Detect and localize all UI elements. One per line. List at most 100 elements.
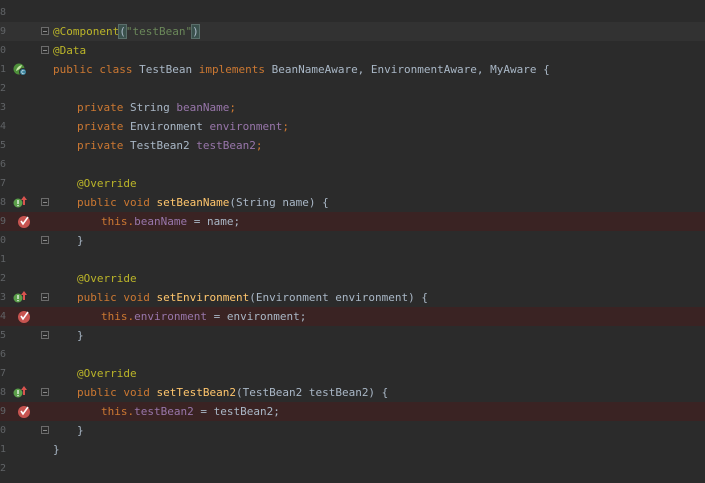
line-number: 9 <box>0 406 6 417</box>
code-text: } <box>53 329 84 342</box>
brace: } <box>77 234 84 247</box>
code-line[interactable]: 4 this.environment = environment; <box>0 307 705 326</box>
semicolon: ; <box>282 120 289 133</box>
method-name: setBeanName <box>156 196 230 209</box>
parameter-list: (TestBean2 testBean2) { <box>235 386 389 399</box>
code-line[interactable]: 2 <box>0 79 705 98</box>
field-name: environment <box>134 310 207 323</box>
line-number: 5 <box>0 330 6 341</box>
fold-toggle-icon[interactable] <box>41 331 49 339</box>
code-line[interactable]: 9 @Component("testBean") <box>0 22 705 41</box>
annotation: @Override <box>77 367 137 380</box>
line-number: 2 <box>0 83 6 94</box>
code-text: } <box>53 424 84 437</box>
line-number: 1 <box>0 254 6 265</box>
code-text: this.environment = environment; <box>53 310 306 323</box>
semicolon: ; <box>229 101 236 114</box>
implements-method-icon[interactable] <box>12 195 28 209</box>
line-number: 0 <box>0 425 6 436</box>
fold-toggle-icon[interactable] <box>41 388 49 396</box>
implements-method-icon[interactable] <box>12 385 28 399</box>
line-number: 4 <box>0 121 6 132</box>
fold-toggle-icon[interactable] <box>41 46 49 54</box>
paren-open: ( <box>118 24 127 39</box>
fold-toggle-icon[interactable] <box>41 27 49 35</box>
code-line[interactable]: 6 <box>0 345 705 364</box>
fold-toggle-icon[interactable] <box>41 236 49 244</box>
type-name: String <box>129 101 170 114</box>
paren-close: ) <box>191 24 200 39</box>
keyword: private <box>77 139 124 152</box>
method-name: setEnvironment <box>156 291 250 304</box>
code-editor[interactable]: 8 9 @Component("testBean") 0 @Data 1 C p… <box>0 0 705 483</box>
code-line[interactable]: 9 this.testBean2 = testBean2; <box>0 402 705 421</box>
code-line[interactable]: 2 @Override <box>0 269 705 288</box>
semicolon: ; <box>255 139 263 152</box>
code-text: } <box>53 234 84 247</box>
code-line[interactable]: 6 <box>0 155 705 174</box>
code-line[interactable]: 8 public void setBeanName(String name) { <box>0 193 705 212</box>
code-line[interactable]: 9 this.beanName = name; <box>0 212 705 231</box>
code-line[interactable]: 5 private TestBean2 testBean2; <box>0 136 705 155</box>
string-literal: "testBean" <box>125 25 193 38</box>
code-line[interactable]: 2 <box>0 459 705 478</box>
code-text: private Environment environment; <box>53 120 289 133</box>
code-line[interactable]: 3 public void setEnvironment(Environment… <box>0 288 705 307</box>
code-line[interactable]: 1 C public class TestBean implements Bea… <box>0 60 705 79</box>
keyword: public <box>77 386 117 399</box>
type-name: TestBean2 <box>129 139 190 152</box>
parameter-list: (String name) { <box>229 196 329 209</box>
code-line[interactable]: 1 <box>0 250 705 269</box>
code-line[interactable]: 3 private String beanName; <box>0 98 705 117</box>
line-number: 2 <box>0 273 6 284</box>
code-line[interactable]: 7 @Override <box>0 174 705 193</box>
line-number: 0 <box>0 235 6 246</box>
code-line[interactable]: 0 } <box>0 231 705 250</box>
implements-method-icon[interactable] <box>12 290 28 304</box>
line-number: 3 <box>0 102 6 113</box>
line-number: 6 <box>0 159 6 170</box>
code-line[interactable]: 7 @Override <box>0 364 705 383</box>
code-text: @Override <box>53 367 137 380</box>
code-text: this.beanName = name; <box>53 215 240 228</box>
line-number: 8 <box>0 197 6 208</box>
line-number: 6 <box>0 349 6 360</box>
code-line[interactable]: 0 @Data <box>0 41 705 60</box>
brace: } <box>77 329 84 342</box>
code-text: @Override <box>53 272 137 285</box>
fold-toggle-icon[interactable] <box>41 198 49 206</box>
code-text: private String beanName; <box>53 101 236 114</box>
fold-toggle-icon[interactable] <box>41 293 49 301</box>
code-line[interactable]: 1 } <box>0 440 705 459</box>
code-text: } <box>53 443 60 456</box>
brace: } <box>53 443 60 456</box>
field-name: testBean2 <box>196 139 256 152</box>
line-number: 8 <box>0 387 6 398</box>
field-name: testBean2 <box>134 405 194 418</box>
line-number: 5 <box>0 140 6 151</box>
code-line[interactable]: 5 } <box>0 326 705 345</box>
code-text: @Data <box>53 44 86 57</box>
code-line[interactable]: 8 public void setTestBean2(TestBean2 tes… <box>0 383 705 402</box>
keyword: void <box>123 196 150 209</box>
code-line[interactable]: 4 private Environment environment; <box>0 117 705 136</box>
code-line[interactable]: 0 } <box>0 421 705 440</box>
class-name: TestBean <box>139 63 193 76</box>
line-number: 1 <box>0 444 6 455</box>
brace: } <box>77 424 84 437</box>
breakpoint-icon[interactable] <box>16 403 32 419</box>
code-line[interactable]: 8 <box>0 3 705 22</box>
line-number: 2 <box>0 463 6 474</box>
line-number: 7 <box>0 178 6 189</box>
fold-toggle-icon[interactable] <box>41 426 49 434</box>
code-text: public class TestBean implements BeanNam… <box>53 63 550 76</box>
breakpoint-icon[interactable] <box>16 213 32 229</box>
line-number: 4 <box>0 311 6 322</box>
spring-bean-icon[interactable]: C <box>13 62 27 76</box>
keyword: void <box>123 386 150 399</box>
line-number: 9 <box>0 26 6 37</box>
code-text: this.testBean2 = testBean2; <box>53 405 280 418</box>
keyword: public <box>53 63 93 76</box>
parameter-list: (Environment environment) { <box>249 291 429 304</box>
breakpoint-icon[interactable] <box>16 308 32 324</box>
